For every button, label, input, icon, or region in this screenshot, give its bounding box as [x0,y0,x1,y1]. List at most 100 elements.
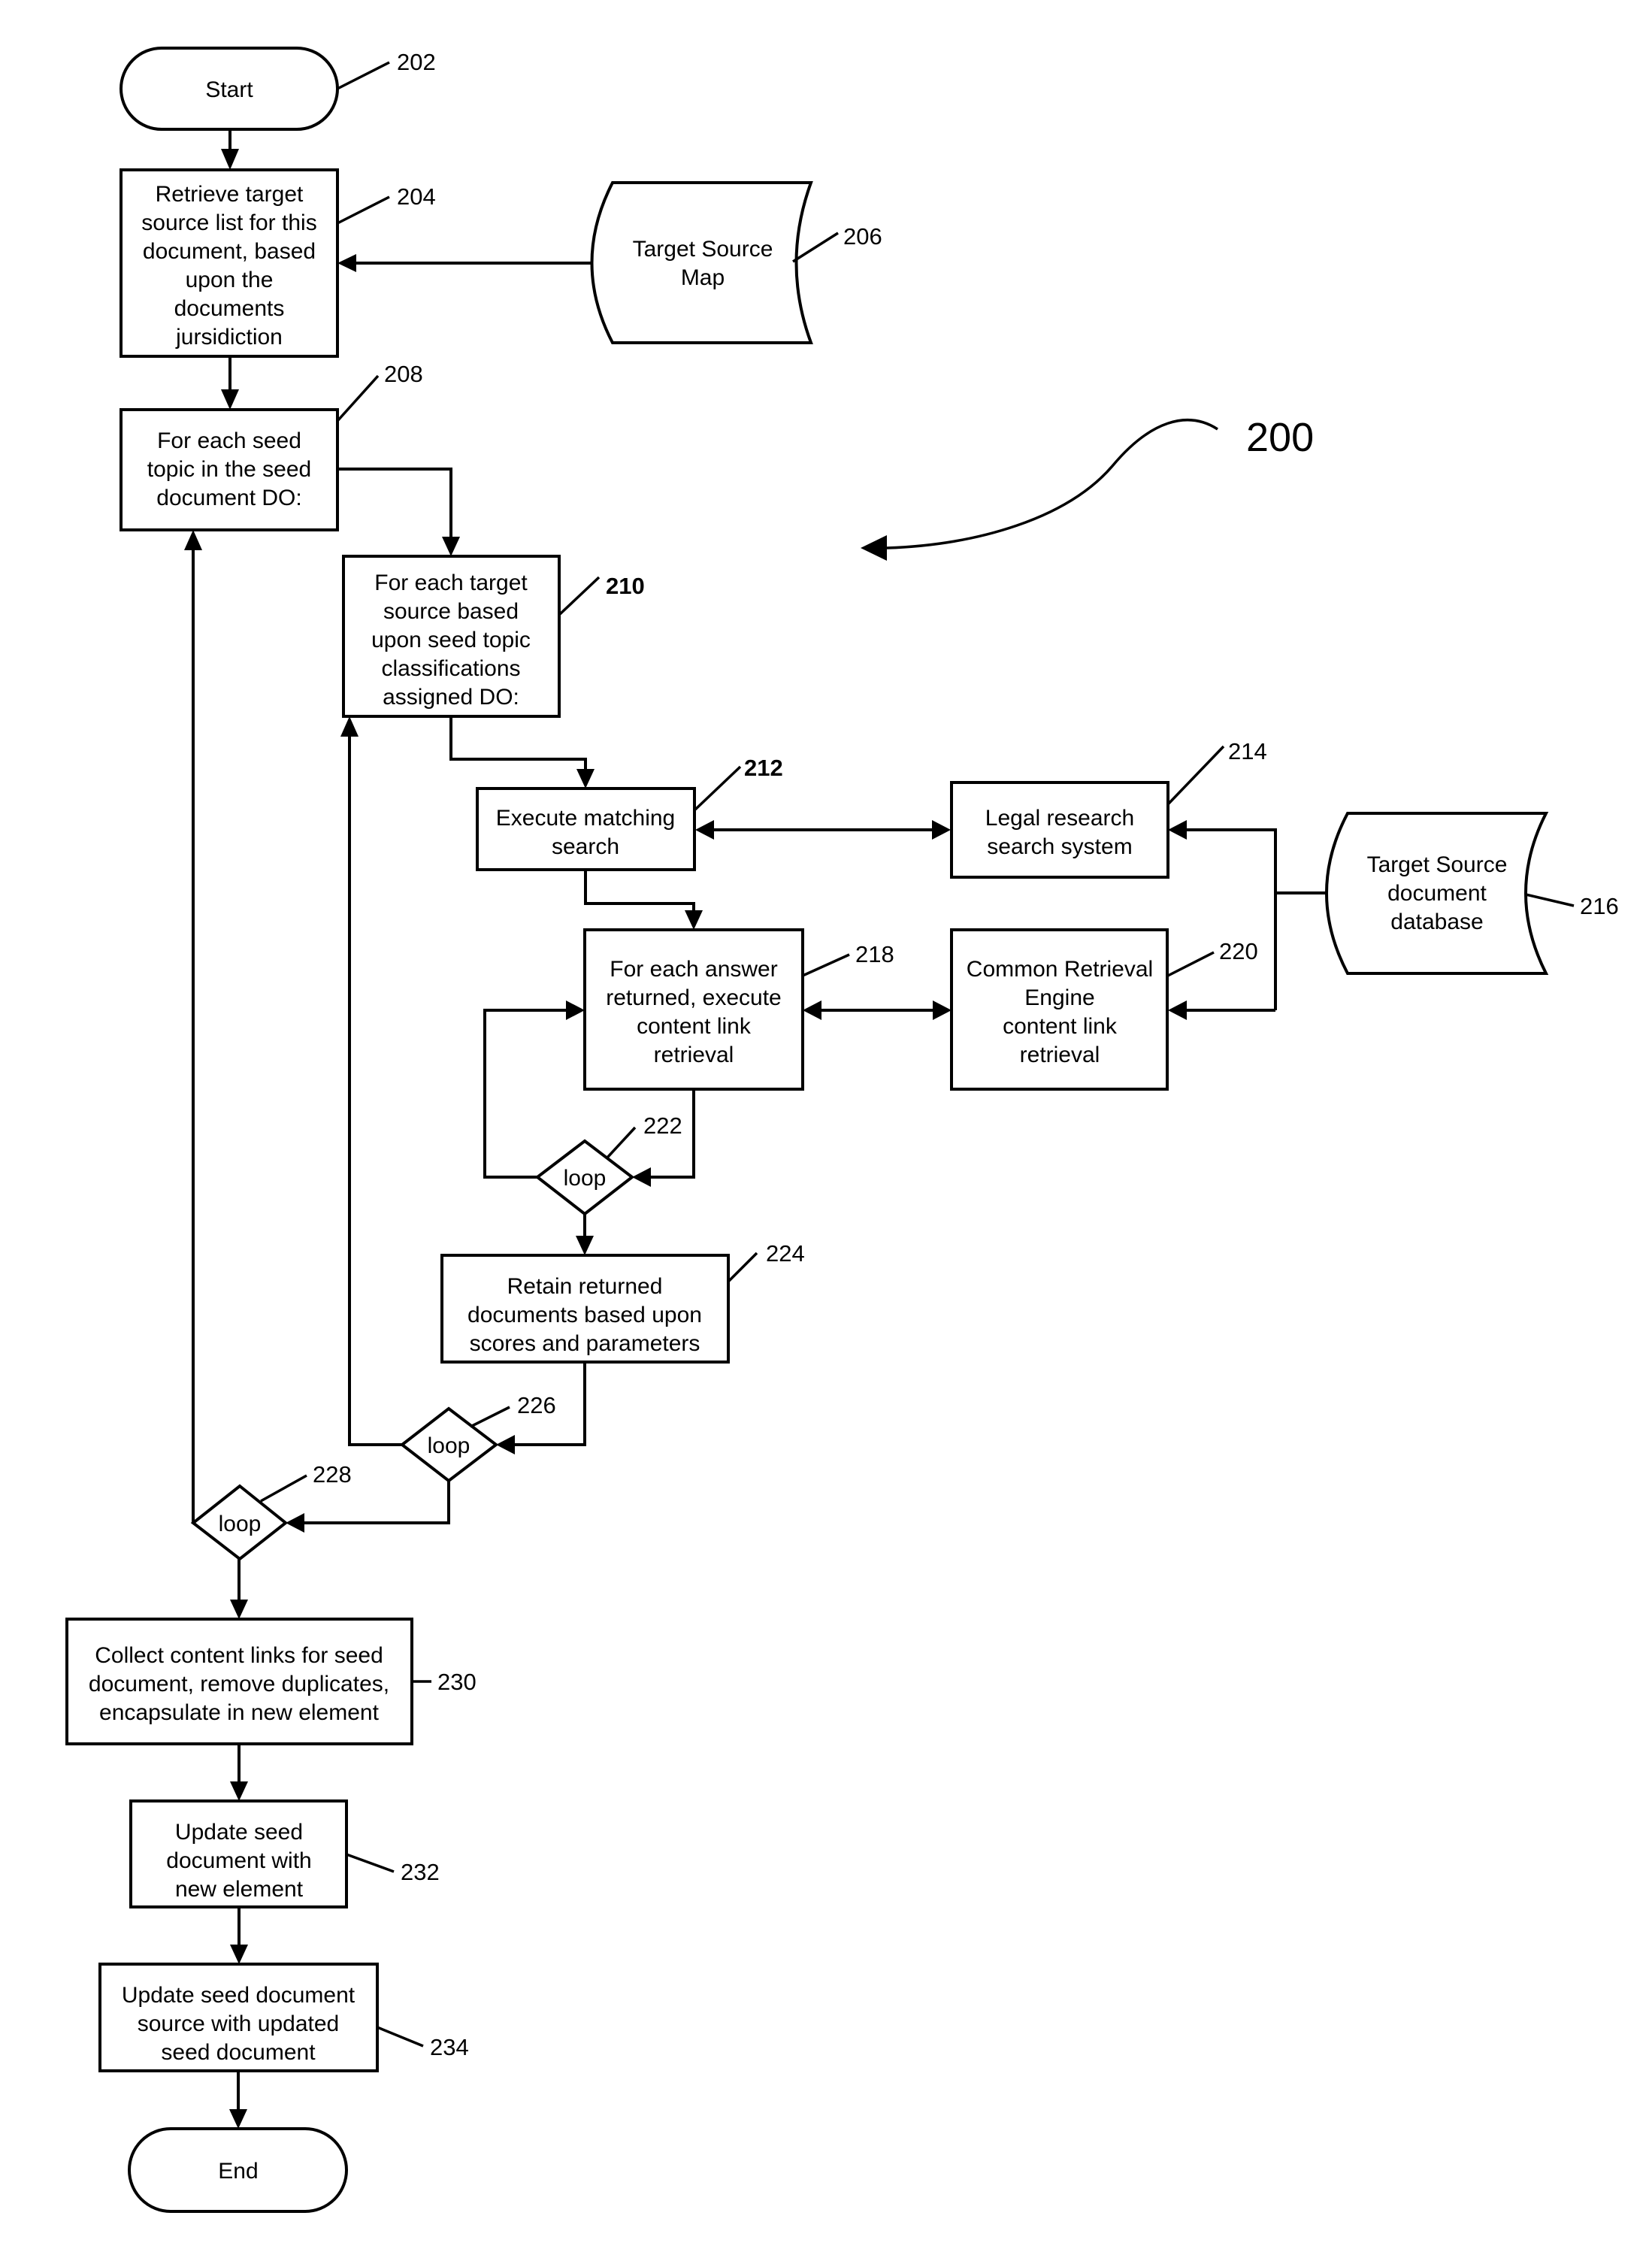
leader-228 [260,1474,307,1503]
edge-210-212 [449,716,587,770]
leader-210 [558,576,601,616]
leader-224 [727,1252,758,1283]
leader-214 [1166,745,1225,806]
node-label-line: document DO: [156,486,301,510]
arrowhead-down [221,389,239,410]
node-230: Collect content links for seed document,… [65,1618,413,1745]
node-label-line: search [552,834,619,859]
data-store-shape [590,181,813,344]
node-label-line: database [1390,910,1483,934]
node-label-line: Update seed document [122,1983,356,2008]
node-label-line: Update seed [175,1820,303,1845]
ref-204: 204 [397,183,436,210]
node-label-line: retrieval [1020,1043,1100,1067]
node-label-line: For each target [374,571,528,595]
node-label: loop [564,1166,607,1191]
arrowhead-left [1168,820,1187,840]
ref-214: 214 [1228,738,1267,764]
arrowhead-up [340,716,359,737]
node-end: End [128,2127,348,2213]
leader-204 [337,195,390,225]
leader-206 [792,232,839,263]
arrowhead-down [576,1236,594,1255]
node-label-line: seed document [161,2040,316,2065]
node-label-line: For each seed [157,428,301,453]
node-label-line: Retrieve target [156,182,304,207]
node-label-line: jursidiction [175,325,283,350]
arrowhead-down [221,149,239,170]
node-222-decision: loop [534,1139,635,1216]
ref-218: 218 [855,941,894,967]
ref-216: 216 [1580,893,1619,919]
leader-218 [802,953,850,977]
arrowhead-down [230,1600,248,1619]
reference-leaders [260,61,1575,2048]
figure-ref-200: 200 [1246,415,1314,460]
arrowhead-up [184,530,202,550]
arrowhead-down [230,1945,248,1964]
node-label-line: classifications [381,656,520,681]
ref-202: 202 [397,49,436,75]
arrowhead-left [803,1000,821,1020]
leader-216 [1525,893,1575,907]
node-228-decision: loop [190,1484,289,1561]
ref-228: 228 [313,1461,352,1488]
arrowhead-left [695,820,714,840]
node-label-line: source list for this [141,210,316,235]
node-label-line: upon the [186,268,274,292]
arrowhead-left [286,1513,304,1533]
node-206-data-store: Target Source Map [590,181,813,344]
node-label-line: retrieval [654,1043,734,1067]
node-218: For each answer returned, execute conten… [583,928,804,1091]
leader-222 [606,1126,637,1159]
ref-234: 234 [430,2034,469,2060]
node-label-line: Retain returned [507,1274,663,1299]
node-label-line: Target Source [1367,852,1508,877]
ref-208: 208 [384,361,423,387]
node-label-line: new element [175,1877,304,1902]
arrowhead-down [230,1781,248,1801]
node-label-line: document, based [143,239,316,264]
leader-226 [470,1406,510,1428]
leader-234 [377,2026,424,2048]
leader-208 [336,374,380,422]
leader-202 [337,61,390,90]
node-234: Update seed document source with updated… [98,1963,379,2072]
node-label-line: content link [1003,1014,1118,1039]
node-212: Execute matching search [476,787,696,871]
node-label-line: Collect content links for seed [95,1643,383,1668]
node-label-line: source based [383,599,519,624]
node-label-line: Legal research [985,806,1134,831]
node-start: Start [120,47,339,131]
arrowhead-right [566,1000,585,1020]
leader-232 [346,1853,395,1873]
figure-pointer-curve [886,419,1218,549]
arrowhead-down [685,910,703,930]
edge-216-214 [1185,828,1277,1010]
node-label: loop [219,1512,262,1536]
node-label-line: assigned DO: [383,685,519,710]
node-label-line: Common Retrieval [967,957,1153,982]
ref-232: 232 [401,1859,440,1885]
leader-212 [694,765,742,811]
node-208: For each seed topic in the seed document… [120,408,339,531]
node-label-line: Engine [1024,985,1094,1010]
leader-220 [1167,951,1215,977]
flowchart-canvas: Start Retrieve target source list for th… [65,47,1619,2213]
ref-212: 212 [744,755,783,781]
ref-206: 206 [843,223,882,250]
ref-226: 226 [517,1392,556,1418]
ref-210: 210 [606,573,645,599]
ref-224: 224 [766,1240,805,1267]
node-226-decision: loop [399,1406,499,1483]
node-232: Update seed document with new element [129,1799,348,1908]
arrowhead-right [932,820,951,840]
node-label-line: Execute matching [496,806,675,831]
arrowhead-down [442,537,460,556]
node-label-line: encapsulate in new element [99,1700,380,1725]
node-label: End [218,2159,258,2184]
arrowhead-left [632,1167,651,1187]
node-label-line: document, remove duplicates, [89,1672,389,1697]
ref-220: 220 [1219,938,1258,964]
node-label-line: content link [637,1014,752,1039]
